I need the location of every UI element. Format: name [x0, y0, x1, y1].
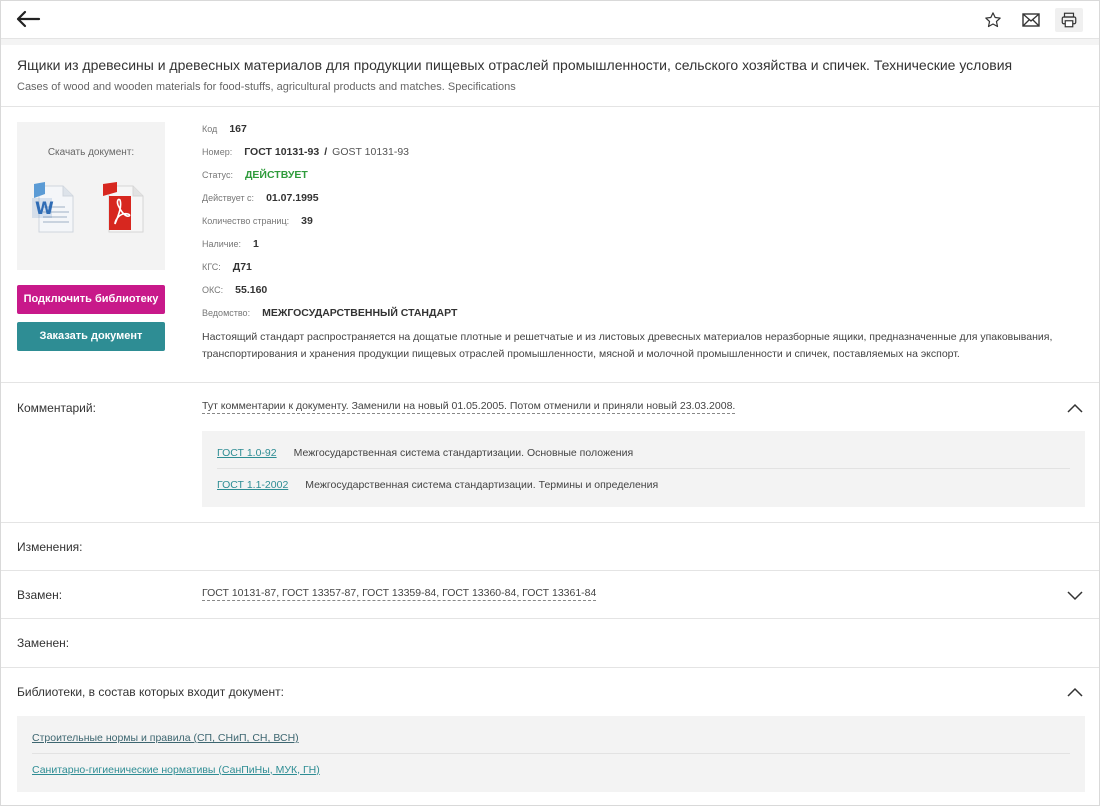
arrow-left-icon[interactable]	[15, 9, 41, 29]
changes-section: Изменения:	[1, 523, 1099, 571]
standard-desc: Межгосударственная система стандартизаци…	[293, 447, 634, 459]
pdf-document-icon[interactable]	[101, 180, 149, 236]
prop-value: МЕЖГОСУДАРСТВЕННЫЙ СТАНДАРТ	[262, 307, 458, 319]
download-panel: Скачать документ: W	[17, 122, 165, 270]
replaced-by-label: Заменен:	[17, 636, 70, 650]
prop-value: ГОСТ 10131-93	[244, 146, 320, 158]
prop-label: Наличие:	[202, 239, 242, 249]
chevron-up-icon[interactable]	[1067, 402, 1083, 413]
order-document-button[interactable]: Заказать документ	[17, 322, 165, 351]
standard-link[interactable]: ГОСТ 1.0-92	[217, 447, 277, 459]
prop-valid-from: Действует с: 01.07.1995	[202, 192, 1082, 215]
prop-label: Статус:	[202, 170, 233, 180]
prop-label: Код	[202, 124, 218, 134]
page-subtitle-en: Cases of wood and wooden materials for f…	[17, 81, 516, 93]
prop-value: 39	[301, 215, 313, 227]
toolbar	[1, 1, 1099, 39]
replaces-text[interactable]: ГОСТ 10131-87, ГОСТ 13357-87, ГОСТ 13359…	[202, 587, 597, 601]
printer-icon[interactable]	[1055, 8, 1083, 32]
changes-label: Изменения:	[17, 540, 83, 554]
comment-text[interactable]: Тут комментарии к документу. Заменили на…	[202, 400, 736, 414]
download-label: Скачать документ:	[47, 147, 135, 158]
list-item: Санитарно-гигиенические нормативы (СанПи…	[32, 754, 1070, 785]
prop-label: Действует с:	[202, 193, 255, 203]
comment-section: Комментарий: Тут комментарии к документу…	[1, 383, 1099, 523]
chevron-down-icon[interactable]	[1067, 590, 1083, 601]
list-item: ГОСТ 1.1-2002 Межгосударственная система…	[217, 469, 1070, 500]
standard-desc: Межгосударственная система стандартизаци…	[305, 478, 659, 491]
document-description: Настоящий стандарт распространяется на д…	[202, 331, 1053, 360]
list-item: Строительные нормы и правила (СП, СНиП, …	[32, 723, 1070, 754]
standard-link[interactable]: ГОСТ 1.1-2002	[217, 479, 288, 491]
star-icon[interactable]	[979, 8, 1007, 32]
prop-value: Д71	[232, 261, 252, 273]
prop-pages: Количество страниц: 39	[202, 215, 1082, 238]
libraries-section: Библиотеки, в состав которых входит доку…	[1, 668, 1099, 805]
replaced-by-section: Заменен:	[1, 619, 1099, 668]
library-link[interactable]: Санитарно-гигиенические нормативы (СанПи…	[32, 764, 320, 776]
prop-status: Статус: ДЕЙСТВУЕТ	[202, 169, 1082, 192]
prop-code: Код 167	[202, 123, 1082, 146]
libraries-label: Библиотеки, в состав которых входит доку…	[17, 685, 284, 699]
prop-value: 167	[229, 123, 247, 135]
prop-value: 01.07.1995	[266, 192, 319, 204]
document-info: Скачать документ: W Подключить библиотек…	[1, 107, 1099, 383]
prop-value-alt: GOST 10131-93	[332, 146, 410, 158]
prop-agency: Ведомство: МЕЖГОСУДАРСТВЕННЫЙ СТАНДАРТ	[202, 307, 1082, 330]
prop-kgs: КГС: Д71	[202, 261, 1082, 284]
word-document-icon[interactable]: W	[31, 180, 79, 236]
replaces-label: Взамен:	[17, 588, 63, 602]
chevron-up-icon[interactable]	[1067, 686, 1083, 697]
related-standards-list: ГОСТ 1.0-92 Межгосударственная система с…	[202, 431, 1085, 507]
library-link[interactable]: Строительные нормы и правила (СП, СНиП, …	[32, 732, 299, 744]
list-item: ГОСТ 1.0-92 Межгосударственная система с…	[217, 438, 1070, 469]
prop-value: 1	[253, 238, 259, 250]
page-title: Ящики из древесины и древесных материало…	[17, 57, 1013, 73]
prop-availability: Наличие: 1	[202, 238, 1082, 261]
title-block: Ящики из древесины и древесных материало…	[1, 45, 1099, 107]
properties-list: Код 167 Номер: ГОСТ 10131-93 / GOST 1013…	[202, 123, 1082, 363]
prop-value: 55.160	[235, 284, 268, 296]
connect-library-button[interactable]: Подключить библиотеку	[17, 285, 165, 314]
prop-number: Номер: ГОСТ 10131-93 / GOST 10131-93	[202, 146, 1082, 169]
prop-oks: ОКС: 55.160	[202, 284, 1082, 307]
prop-label: Номер:	[202, 147, 233, 157]
prop-label: КГС:	[202, 262, 221, 272]
envelope-icon[interactable]	[1017, 8, 1045, 32]
prop-separator: /	[324, 146, 328, 158]
libraries-list: Строительные нормы и правила (СП, СНиП, …	[17, 716, 1085, 792]
document-card: Ящики из древесины и древесных материало…	[0, 0, 1100, 806]
replaces-section: Взамен: ГОСТ 10131-87, ГОСТ 13357-87, ГО…	[1, 571, 1099, 619]
prop-label: ОКС:	[202, 285, 224, 295]
prop-label: Количество страниц:	[202, 216, 290, 226]
prop-label: Ведомство:	[202, 308, 251, 318]
status-badge: ДЕЙСТВУЕТ	[244, 169, 308, 181]
comment-label: Комментарий:	[17, 401, 96, 415]
